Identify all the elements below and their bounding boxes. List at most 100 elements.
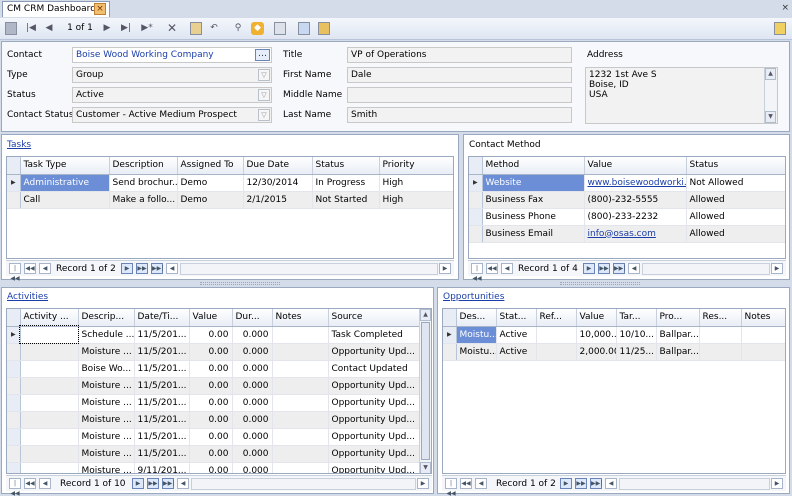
- table-cell[interactable]: Moistu...: [456, 343, 497, 361]
- table-row[interactable]: Moistu... Active 2,000.00 11/25... Ballp…: [443, 343, 785, 361]
- table-row[interactable]: Boise Wo... 11/5/201... 0.00 0.000 Contact U…: [7, 360, 420, 378]
- table-cell[interactable]: 12/30/2014: [243, 174, 313, 192]
- table-cell[interactable]: Opportunity Upd...: [328, 411, 420, 429]
- address-scrollbar[interactable]: ▲ ▼: [764, 68, 776, 123]
- chevron-down-icon[interactable]: ▽: [258, 89, 270, 101]
- table-cell[interactable]: 0.00: [189, 377, 233, 395]
- email-icon[interactable]: [274, 22, 286, 35]
- contact-field[interactable]: Boise Wood Working Company …: [72, 47, 272, 63]
- delete-icon[interactable]: ✕: [166, 22, 178, 35]
- previous-record-icon[interactable]: ◀: [475, 478, 487, 489]
- previous-record-icon[interactable]: ◀: [39, 478, 51, 489]
- next-record-icon[interactable]: ▶: [102, 22, 112, 35]
- middle-name-field[interactable]: [347, 87, 572, 103]
- table-cell[interactable]: [272, 377, 329, 395]
- table-cell[interactable]: Opportunity Upd...: [328, 394, 420, 412]
- column-header[interactable]: Ref...: [536, 309, 577, 327]
- scroll-up-icon[interactable]: ▲: [765, 68, 776, 80]
- table-cell[interactable]: [20, 445, 79, 463]
- table-cell[interactable]: Allowed: [686, 225, 785, 243]
- table-cell[interactable]: Ballpar...: [656, 326, 700, 344]
- table-cell[interactable]: High: [379, 174, 453, 192]
- table-cell[interactable]: 9/11/201...: [134, 462, 190, 473]
- table-row[interactable]: Business Email info@osas.com Allowed: [469, 225, 785, 243]
- contact-status-select[interactable]: Customer - Active Medium Prospect ▽: [72, 107, 272, 123]
- first-record-icon[interactable]: |◀◀: [471, 263, 483, 282]
- scroll-left-icon[interactable]: ◀: [628, 263, 640, 274]
- close-tab-icon[interactable]: ×: [94, 3, 106, 15]
- column-header[interactable]: Value: [189, 309, 233, 327]
- table-row[interactable]: Moisture ... 11/5/201... 0.00 0.000 Opportun…: [7, 377, 420, 395]
- table-cell[interactable]: 0.000: [232, 343, 273, 361]
- table-cell[interactable]: [272, 343, 329, 361]
- scroll-right-icon[interactable]: ▶: [771, 263, 783, 274]
- table-cell[interactable]: Send brochur...: [109, 174, 178, 192]
- last-record-icon[interactable]: ▶▶|: [151, 263, 163, 274]
- table-cell[interactable]: 0.00: [189, 411, 233, 429]
- next-page-icon[interactable]: ▶▶: [147, 478, 159, 489]
- table-cell[interactable]: [536, 326, 577, 344]
- contact-lookup-button[interactable]: …: [255, 49, 270, 61]
- table-cell[interactable]: 2/1/2015: [243, 191, 313, 209]
- table-cell[interactable]: Demo: [177, 174, 244, 192]
- table-cell[interactable]: 0.00: [189, 326, 233, 344]
- table-row[interactable]: Business Phone (800)-233-2232 Allowed: [469, 208, 785, 226]
- table-cell[interactable]: Opportunity Upd...: [328, 377, 420, 395]
- table-cell[interactable]: Not Allowed: [686, 174, 785, 192]
- table-cell[interactable]: Ballpar...: [656, 343, 700, 361]
- table-cell[interactable]: Task Completed: [328, 326, 420, 344]
- table-cell[interactable]: Opportunity Upd...: [328, 343, 420, 361]
- table-cell[interactable]: [20, 360, 79, 378]
- next-record-icon[interactable]: ▶: [560, 478, 572, 489]
- activities-vertical-scrollbar[interactable]: ▲ ▼: [419, 309, 431, 473]
- table-cell[interactable]: Make a follo...: [109, 191, 178, 209]
- paste-icon[interactable]: [318, 22, 330, 35]
- previous-page-icon[interactable]: ◀◀: [24, 478, 36, 489]
- table-cell[interactable]: [19, 325, 79, 344]
- table-cell[interactable]: 0.000: [232, 428, 273, 446]
- table-cell[interactable]: [20, 411, 79, 429]
- scroll-left-icon[interactable]: ◀: [605, 478, 617, 489]
- column-header[interactable]: Res...: [699, 309, 742, 327]
- undo-icon[interactable]: ↶: [208, 22, 220, 35]
- table-cell[interactable]: 0.000: [232, 377, 273, 395]
- table-cell[interactable]: [20, 428, 79, 446]
- column-header[interactable]: Value: [584, 157, 687, 175]
- horizontal-scrollbar[interactable]: [619, 478, 770, 490]
- column-header[interactable]: Source: [328, 309, 420, 327]
- table-cell[interactable]: [272, 360, 329, 378]
- splitter-handle[interactable]: [200, 282, 280, 285]
- table-row[interactable]: Moisture ... 11/5/201... 0.00 0.000 Opportun…: [7, 411, 420, 429]
- table-cell[interactable]: High: [379, 191, 453, 209]
- table-cell[interactable]: Allowed: [686, 208, 785, 226]
- first-record-icon[interactable]: |◀: [26, 22, 36, 35]
- table-cell[interactable]: [741, 326, 785, 344]
- horizontal-scrollbar[interactable]: [642, 263, 770, 275]
- table-row[interactable]: Moisture ... 11/5/201... 0.00 0.000 Opportun…: [7, 428, 420, 446]
- table-cell[interactable]: [272, 411, 329, 429]
- table-row[interactable]: ▶ Website www.boisewoodworki... Not Allo…: [469, 174, 785, 192]
- table-cell[interactable]: Moisture ...: [78, 343, 135, 361]
- table-cell[interactable]: [20, 462, 79, 473]
- type-select[interactable]: Group ▽: [72, 67, 272, 83]
- column-header[interactable]: Assigned To: [177, 157, 244, 175]
- scroll-down-icon[interactable]: ▼: [420, 462, 431, 473]
- previous-record-icon[interactable]: ◀: [44, 22, 54, 35]
- table-cell[interactable]: Website: [482, 174, 585, 192]
- table-cell[interactable]: 0.000: [232, 394, 273, 412]
- table-cell[interactable]: Active: [496, 343, 537, 361]
- table-row[interactable]: Call Make a follo... Demo 2/1/2015 Not S…: [7, 191, 453, 209]
- column-header[interactable]: Due Date: [243, 157, 313, 175]
- scroll-left-icon[interactable]: ◀: [166, 263, 178, 274]
- column-header[interactable]: Status: [312, 157, 380, 175]
- column-header[interactable]: Descrip...: [78, 309, 135, 327]
- save-icon[interactable]: [5, 22, 17, 35]
- table-cell[interactable]: Not Started: [312, 191, 380, 209]
- table-cell[interactable]: [20, 343, 79, 361]
- table-row[interactable]: Moisture ... 11/5/201... 0.00 0.000 Opportun…: [7, 394, 420, 412]
- table-cell[interactable]: Moisture ...: [78, 377, 135, 395]
- column-header[interactable]: Description: [109, 157, 178, 175]
- table-row[interactable]: Moisture ... 9/11/201... 0.00 0.000 Opportun…: [7, 462, 420, 473]
- table-cell[interactable]: [272, 394, 329, 412]
- previous-page-icon[interactable]: ◀◀: [460, 478, 472, 489]
